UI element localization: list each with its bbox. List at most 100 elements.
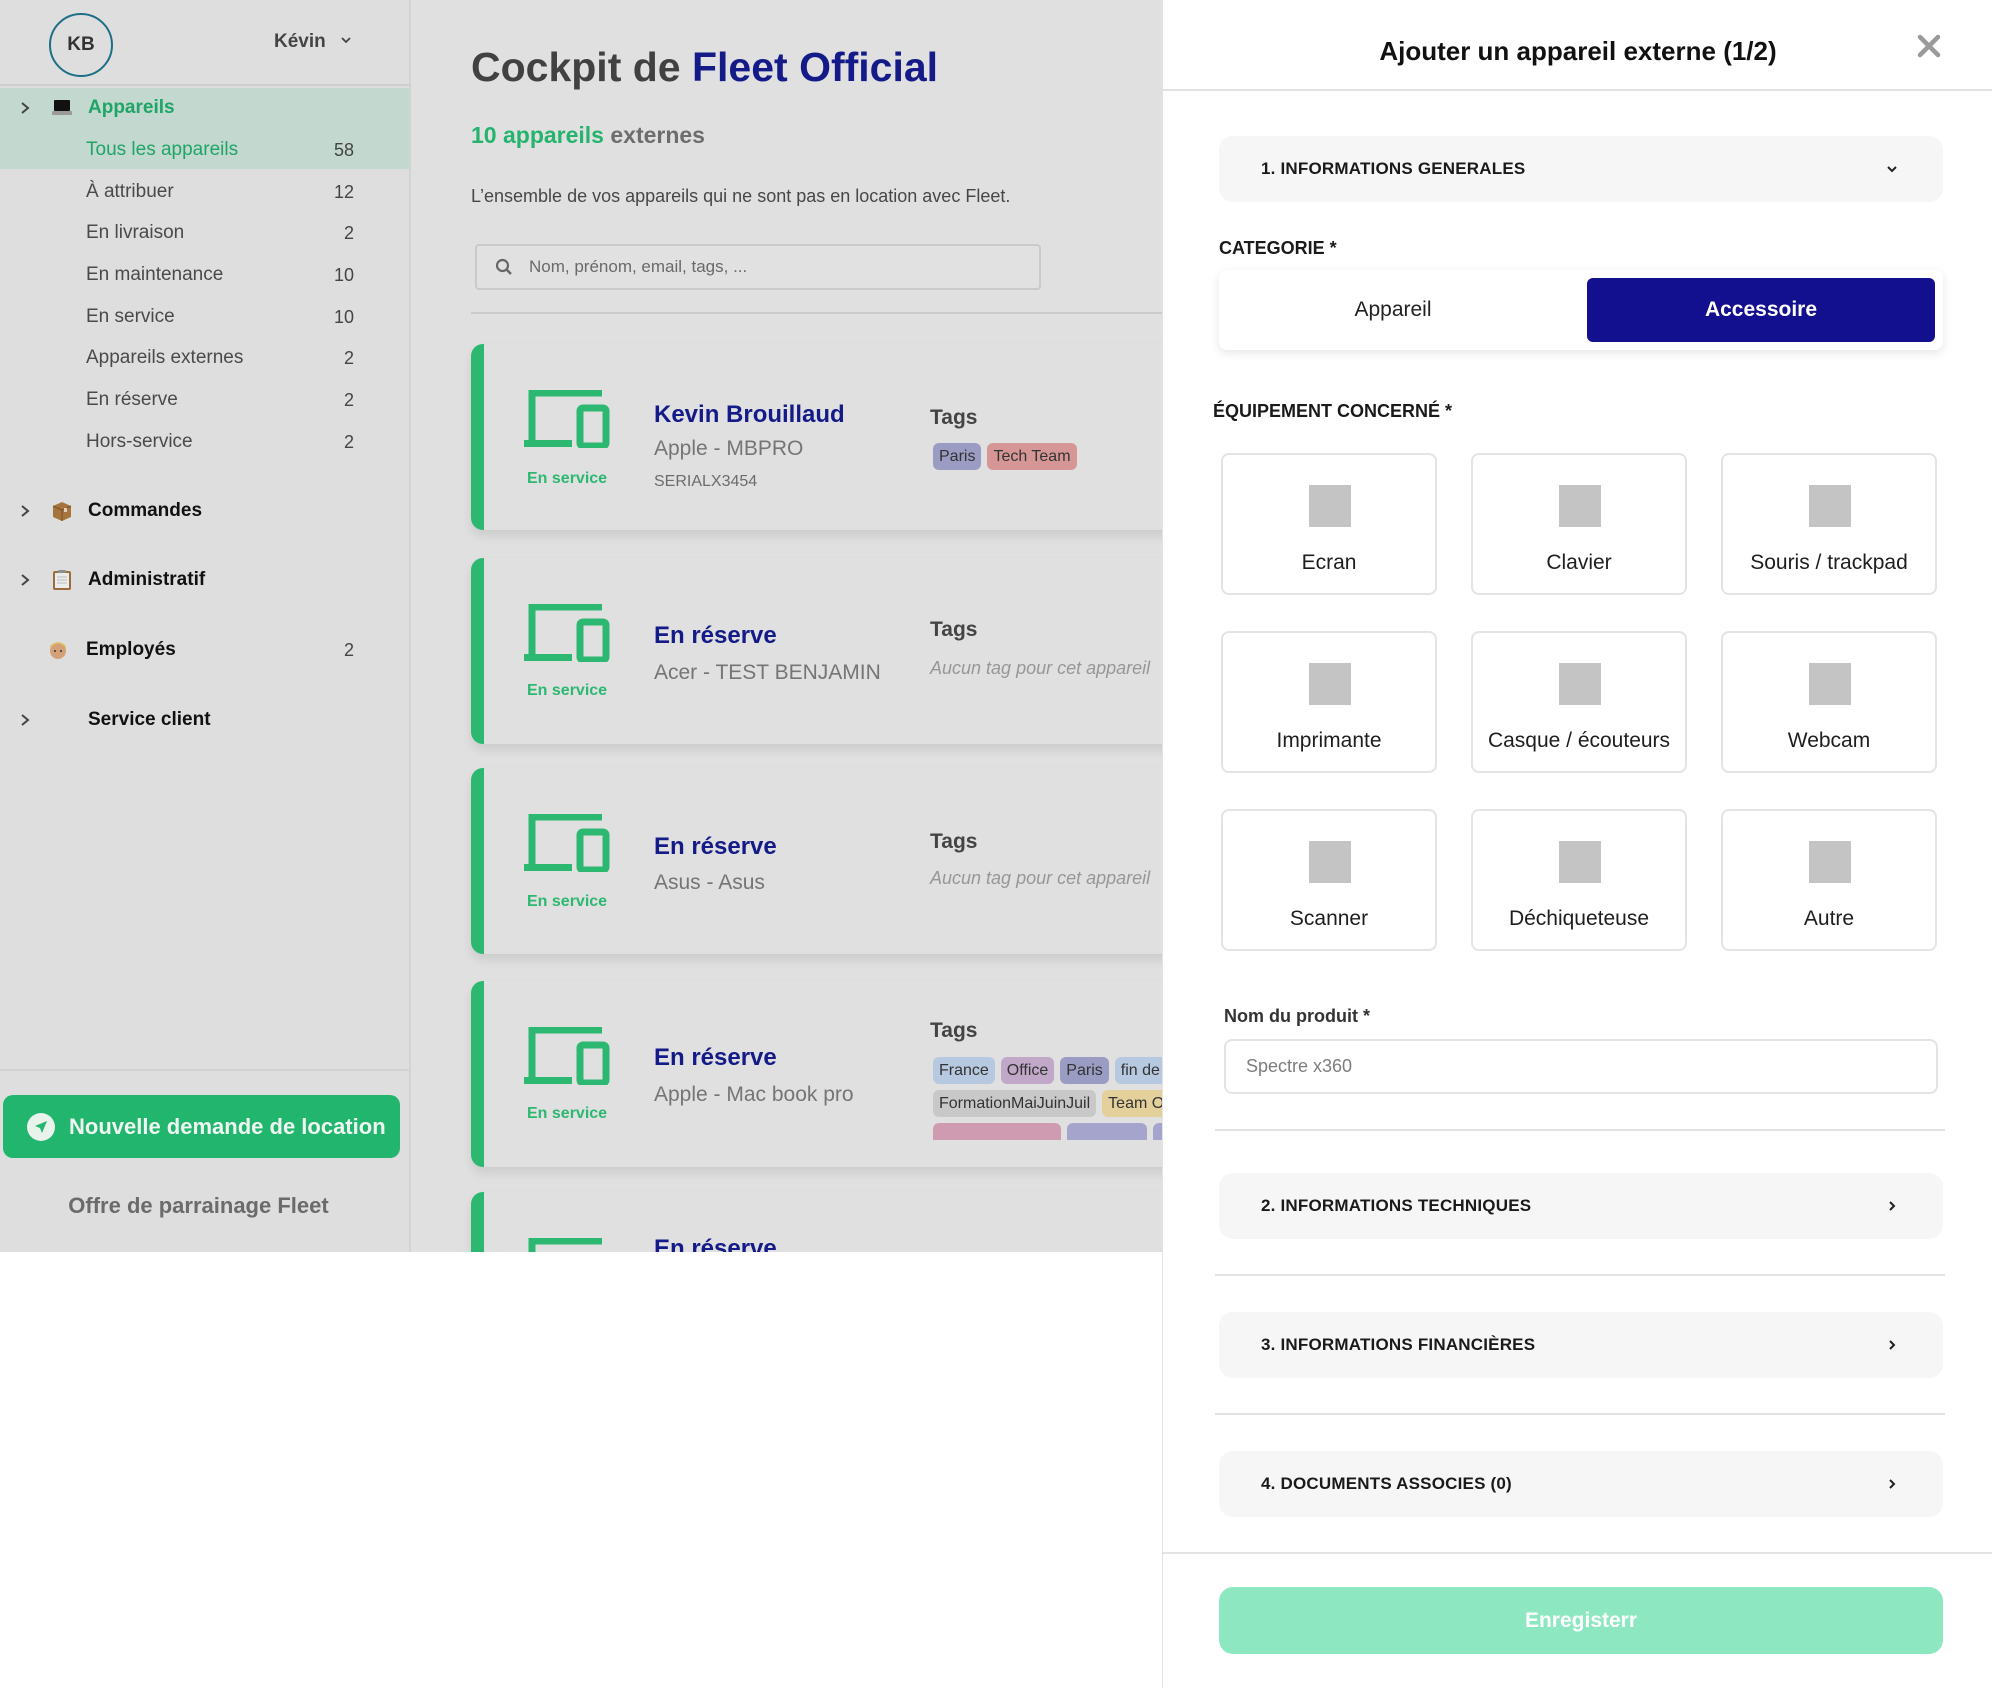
chevron-right-icon <box>1889 1479 1896 1489</box>
sidebar-item-count: 2 <box>343 347 354 368</box>
referral-link[interactable]: Offre de parrainage Fleet <box>0 1193 397 1219</box>
equipment-label: ÉQUIPEMENT CONCERNÉ * <box>1213 401 1453 421</box>
sidebar-item-a-attribuer[interactable]: À attribuer 12 <box>0 172 409 212</box>
paper-plane-icon <box>27 1112 55 1141</box>
save-button[interactable]: Enregisterr <box>1219 1587 1943 1654</box>
sidebar-item-count: 2 <box>343 222 354 243</box>
category-option-accessoire[interactable]: Accessoire <box>1587 278 1935 342</box>
chevron-right-icon[interactable] <box>18 504 32 518</box>
close-icon[interactable] <box>1915 32 1943 60</box>
sidebar-item-en-service[interactable]: En service 10 <box>0 297 409 337</box>
equipment-option-label: Webcam <box>1787 729 1871 752</box>
sidebar-group-service-client[interactable]: Service client <box>0 700 409 740</box>
chevron-right-icon[interactable] <box>18 713 32 727</box>
sidebar-item-en-maintenance[interactable]: En maintenance 10 <box>0 255 409 295</box>
tag: Office <box>1000 1057 1055 1084</box>
product-name-label: Nom du produit * <box>1224 1006 1370 1026</box>
card-assignee[interactable]: En réserve <box>654 1235 777 1252</box>
sidebar-group-administratif[interactable]: Administratif <box>0 560 409 600</box>
sidebar-item-label: Appareils externes <box>86 347 244 368</box>
card-tags-title: Tags <box>930 1019 978 1042</box>
search-icon <box>495 258 512 275</box>
card-status: En service <box>527 682 608 699</box>
user-name[interactable]: Kévin <box>274 31 326 53</box>
new-rental-request-button[interactable]: Nouvelle demande de location <box>3 1095 400 1158</box>
save-button-label: Enregisterr <box>1524 1608 1638 1632</box>
section-documents-associes[interactable]: 4. DOCUMENTS ASSOCIES (0) <box>1219 1451 1943 1517</box>
count-suffix: externes <box>610 122 705 148</box>
sidebar-item-tous-les-appareils[interactable]: Tous les appareils 58 <box>0 130 409 170</box>
sidebar-item-count: 2 <box>343 431 354 452</box>
sidebar: KB Kévin Appareils Tous les appareils 58… <box>0 0 411 1252</box>
device-card[interactable]: En service Kevin Brouillaud Apple - MBPR… <box>471 344 1162 530</box>
sidebar-item-count: 12 <box>333 181 354 202</box>
section-label: 4. DOCUMENTS ASSOCIES (0) <box>1261 1474 1512 1493</box>
card-assignee[interactable]: En réserve <box>654 833 777 861</box>
chevron-right-icon[interactable] <box>18 573 32 587</box>
section-divider <box>1215 1274 1945 1276</box>
sidebar-group-label: Appareils <box>88 97 175 118</box>
cta-label: Nouvelle demande de location <box>69 1113 386 1139</box>
page-description: L’ensemble de vos appareils qui ne sont … <box>471 186 1011 206</box>
sidebar-group-label: Administratif <box>88 569 206 590</box>
equipment-option-imprimante[interactable]: Imprimante <box>1221 631 1437 773</box>
section-divider <box>1215 1129 1945 1131</box>
section-label: 1. INFORMATIONS GENERALES <box>1261 159 1526 178</box>
sidebar-item-label: En réserve <box>86 389 178 410</box>
card-assignee[interactable]: En réserve <box>654 622 777 650</box>
equipment-image-placeholder <box>1309 841 1351 883</box>
equipment-option-scanner[interactable]: Scanner <box>1221 809 1437 951</box>
equipment-option-souris[interactable]: Souris / trackpad <box>1721 453 1937 595</box>
chevron-right-icon <box>1889 1201 1896 1211</box>
search-input[interactable] <box>529 257 1009 277</box>
sidebar-group-employes[interactable]: Employés 2 <box>0 630 409 670</box>
section-label: 2. INFORMATIONS TECHNIQUES <box>1261 1196 1532 1215</box>
equipment-option-clavier[interactable]: Clavier <box>1471 453 1687 595</box>
equipment-image-placeholder <box>1559 485 1601 527</box>
device-card[interactable]: En service En réserve Acer - TEST BENJAM… <box>471 558 1162 744</box>
card-model: Apple - Mac book pro <box>654 1083 854 1106</box>
equipment-option-autre[interactable]: Autre <box>1721 809 1937 951</box>
card-assignee[interactable]: En réserve <box>654 1044 777 1072</box>
section-informations-financieres[interactable]: 3. INFORMATIONS FINANCIÈRES <box>1219 1312 1943 1378</box>
product-name-input[interactable] <box>1224 1039 1938 1094</box>
sidebar-item-en-livraison[interactable]: En livraison 2 <box>0 213 409 253</box>
equipment-option-dechiqueteuse[interactable]: Déchiqueteuse <box>1471 809 1687 951</box>
sidebar-group-commandes[interactable]: Commandes <box>0 491 409 531</box>
section-informations-techniques[interactable]: 2. INFORMATIONS TECHNIQUES <box>1219 1173 1943 1239</box>
device-count: 10 appareils externes <box>471 122 705 149</box>
sidebar-item-en-reserve[interactable]: En réserve 2 <box>0 380 409 420</box>
clipboard-icon <box>50 568 74 592</box>
device-card[interactable]: En service En réserve Asus - Asus Tags A… <box>471 768 1162 954</box>
sidebar-group-appareils[interactable]: Appareils <box>0 88 409 128</box>
devices-icon <box>528 1238 602 1252</box>
card-tags: France Office Paris fin de s FormationMa… <box>933 1057 1162 1140</box>
sidebar-item-hors-service[interactable]: Hors-service 2 <box>0 422 409 462</box>
avatar-initials: KB <box>67 34 95 55</box>
device-card[interactable]: En réserve <box>471 1192 1162 1252</box>
equipment-image-placeholder <box>1309 485 1351 527</box>
equipment-option-casque[interactable]: Casque / écouteurs <box>1471 631 1687 773</box>
sidebar-item-count: 2 <box>343 389 354 410</box>
card-assignee[interactable]: Kevin Brouillaud <box>654 401 845 429</box>
package-icon <box>50 499 74 523</box>
search-box[interactable] <box>475 244 1041 290</box>
sidebar-item-appareils-externes[interactable]: Appareils externes 2 <box>0 338 409 378</box>
equipment-option-label: Ecran <box>1301 551 1357 574</box>
equipment-image-placeholder <box>1559 841 1601 883</box>
equipment-option-webcam[interactable]: Webcam <box>1721 631 1937 773</box>
drawer-title: Ajouter un appareil externe (1/2) <box>1379 36 1777 66</box>
chevron-down-icon[interactable] <box>340 34 352 46</box>
section-informations-generales[interactable]: 1. INFORMATIONS GENERALES <box>1219 136 1943 202</box>
sidebar-item-label: Hors-service <box>86 431 193 452</box>
chevron-right-icon[interactable] <box>18 101 32 115</box>
equipment-option-ecran[interactable]: Ecran <box>1221 453 1437 595</box>
avatar[interactable]: KB <box>49 13 113 77</box>
device-card[interactable]: En service En réserve Apple - Mac book p… <box>471 981 1162 1167</box>
sidebar-item-count: 10 <box>333 306 354 327</box>
category-option-appareil[interactable]: Appareil <box>1219 278 1567 342</box>
devices-icon <box>524 814 610 872</box>
tag: Paris <box>1060 1057 1109 1084</box>
tag <box>933 1123 1061 1140</box>
sidebar-divider <box>0 1069 409 1071</box>
